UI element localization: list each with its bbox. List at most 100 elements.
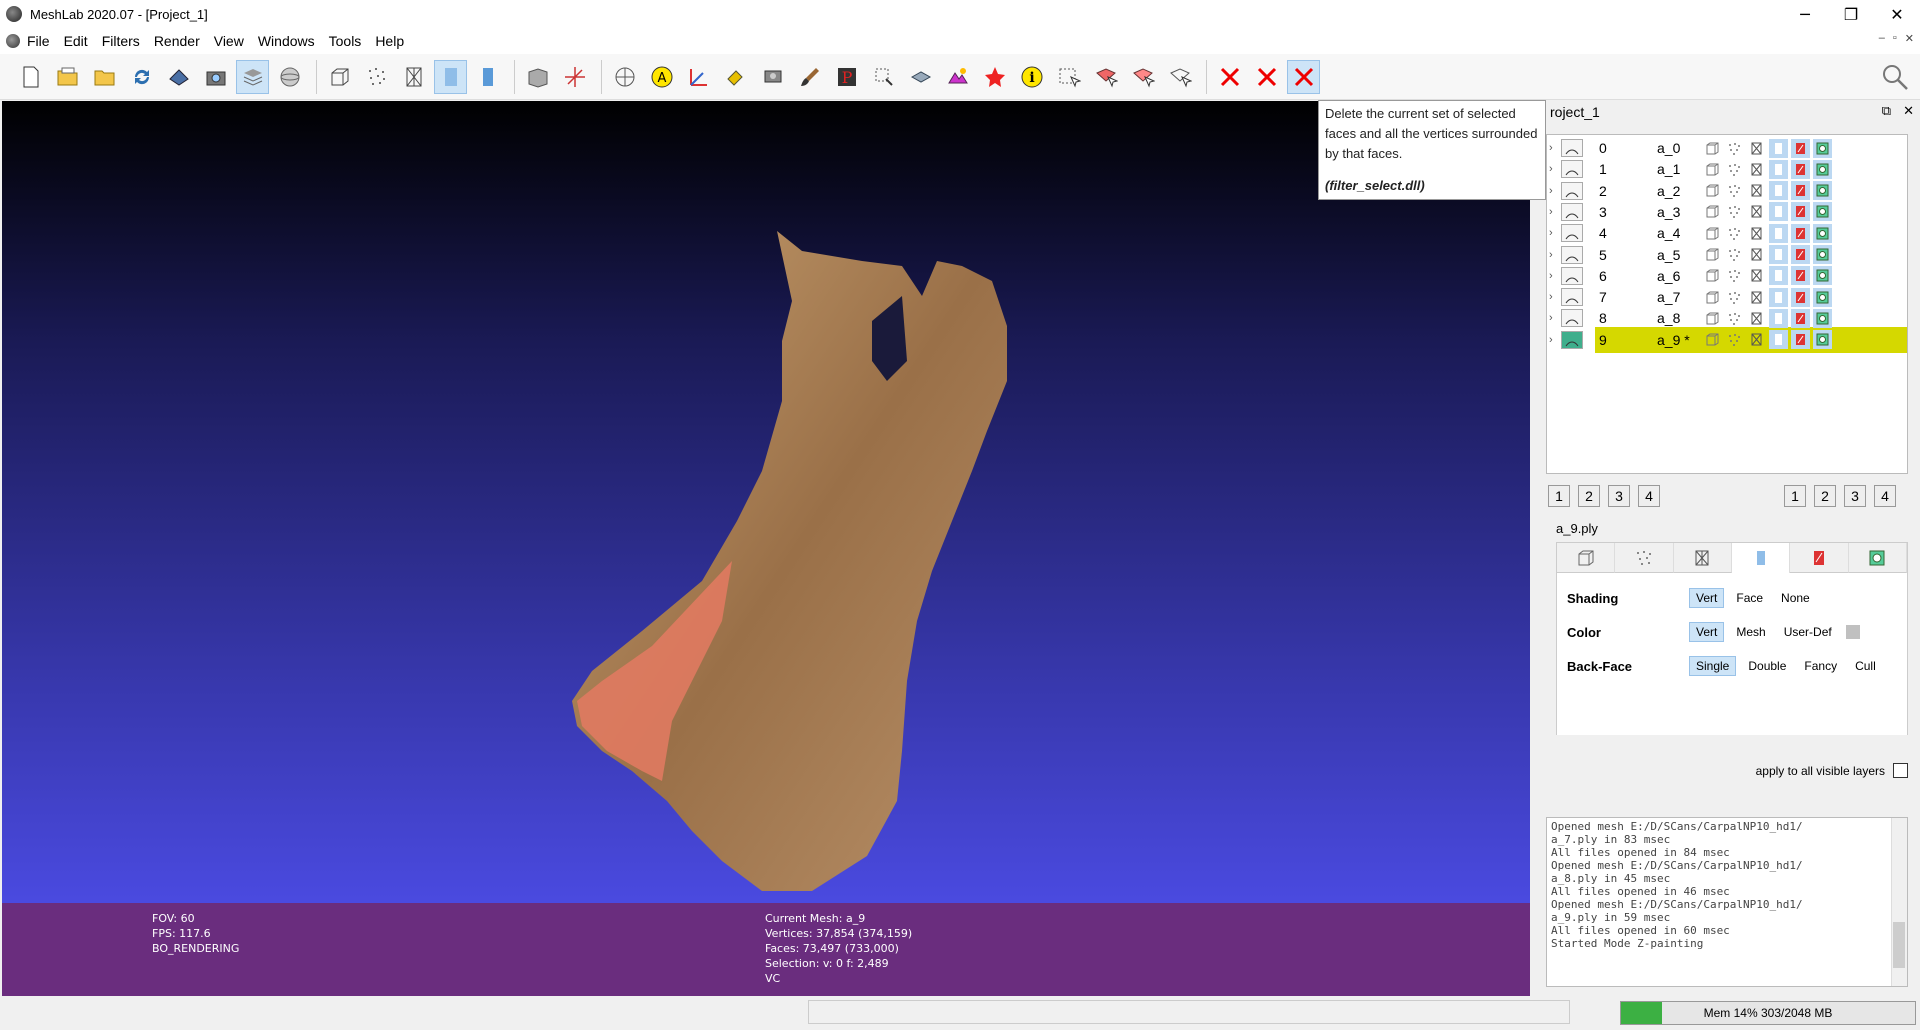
new-project-button[interactable] xyxy=(14,60,47,94)
select-connected-button[interactable] xyxy=(1089,60,1122,94)
layer-points-icon[interactable] xyxy=(1725,266,1744,285)
layer-decorators-icon[interactable] xyxy=(1813,159,1832,179)
visibility-eye-icon[interactable] xyxy=(1561,309,1583,328)
menu-edit[interactable]: Edit xyxy=(57,33,95,49)
layer-solid-icon[interactable] xyxy=(1769,266,1788,286)
mdi-close-button[interactable]: ✕ xyxy=(1905,32,1914,45)
expand-arrow-icon[interactable]: › xyxy=(1549,185,1553,197)
points-button[interactable] xyxy=(360,60,393,94)
layer-decorators-icon[interactable] xyxy=(1813,266,1832,286)
document-icon[interactable] xyxy=(6,34,20,48)
export-mesh-button[interactable] xyxy=(162,60,195,94)
layer-points-icon[interactable] xyxy=(1725,224,1744,243)
select-cursor-button[interactable] xyxy=(1163,60,1196,94)
import-mesh-button[interactable] xyxy=(88,60,121,94)
minimize-button[interactable]: ─ xyxy=(1782,0,1828,28)
layer-decorators-icon[interactable] xyxy=(1813,308,1832,328)
user-color-swatch[interactable] xyxy=(1845,625,1860,639)
expand-arrow-icon[interactable]: › xyxy=(1549,206,1553,218)
layer-row[interactable]: › 9 a_9 * xyxy=(1547,326,1907,353)
layer-solid-icon[interactable] xyxy=(1769,223,1788,243)
tab-points[interactable] xyxy=(1615,543,1674,573)
visibility-eye-icon[interactable] xyxy=(1561,266,1583,285)
select-zpaint-button[interactable] xyxy=(1126,60,1159,94)
menu-filters[interactable]: Filters xyxy=(95,33,147,49)
menu-tools[interactable]: Tools xyxy=(322,33,369,49)
layer-texture-icon[interactable] xyxy=(1791,223,1810,243)
layer-decorators-icon[interactable] xyxy=(1813,181,1832,201)
layer-wireframe-icon[interactable] xyxy=(1747,309,1766,328)
visibility-eye-icon[interactable] xyxy=(1561,224,1583,243)
tab-decorators[interactable] xyxy=(1848,543,1907,573)
visibility-eye-icon[interactable] xyxy=(1561,139,1583,157)
layer-points-icon[interactable] xyxy=(1725,245,1744,264)
expand-arrow-icon[interactable]: › xyxy=(1549,249,1553,261)
select-faces-button[interactable] xyxy=(1052,60,1085,94)
smooth-shading-button[interactable] xyxy=(434,59,467,94)
layer-points-icon[interactable] xyxy=(1725,139,1744,158)
3d-viewport[interactable] xyxy=(2,101,1530,903)
axis-button[interactable] xyxy=(558,60,591,94)
layer-decorators-icon[interactable] xyxy=(1813,245,1832,264)
menu-render[interactable]: Render xyxy=(147,33,207,49)
layer-wireframe-icon[interactable] xyxy=(1747,266,1766,285)
layer-decorators-icon[interactable] xyxy=(1813,330,1832,350)
annotate-button[interactable]: A xyxy=(645,60,678,94)
open-project-button[interactable] xyxy=(51,60,84,94)
layer-points-icon[interactable] xyxy=(1725,288,1744,307)
layer-wireframe-icon[interactable] xyxy=(1747,288,1766,307)
layer-solid-icon[interactable] xyxy=(1769,159,1788,179)
georef-button[interactable] xyxy=(978,60,1011,94)
log-window[interactable]: Opened mesh E:/D/SCans/CarpalNP10_hd1/a_… xyxy=(1546,817,1908,987)
brush-button[interactable] xyxy=(793,60,826,94)
layer-wireframe-icon[interactable] xyxy=(1747,139,1766,158)
layer-bbox-icon[interactable] xyxy=(1703,288,1722,307)
expand-arrow-icon[interactable]: › xyxy=(1549,163,1553,175)
layer-points-icon[interactable] xyxy=(1725,330,1744,349)
layer-wireframe-icon[interactable] xyxy=(1747,160,1766,179)
view-button-right-4[interactable]: 4 xyxy=(1874,485,1896,507)
layer-bbox-icon[interactable] xyxy=(1703,266,1722,285)
layer-points-icon[interactable] xyxy=(1725,160,1744,179)
layer-bbox-icon[interactable] xyxy=(1703,202,1722,221)
shading-face-option[interactable]: Face xyxy=(1730,589,1769,607)
delete-faces-button[interactable] xyxy=(1250,60,1283,94)
layers-button[interactable] xyxy=(236,59,269,94)
shading-vert-option[interactable]: Vert xyxy=(1689,588,1725,608)
expand-arrow-icon[interactable]: › xyxy=(1549,227,1553,239)
reload-button[interactable] xyxy=(125,60,158,94)
light-button[interactable] xyxy=(521,60,554,94)
layer-wireframe-icon[interactable] xyxy=(1747,181,1766,200)
layer-texture-icon[interactable] xyxy=(1791,330,1810,350)
search-icon[interactable] xyxy=(1880,62,1910,92)
tab-texture[interactable] xyxy=(1790,543,1849,573)
view-button-1[interactable]: 1 xyxy=(1548,485,1570,507)
expand-arrow-icon[interactable]: › xyxy=(1549,312,1553,324)
layer-wireframe-icon[interactable] xyxy=(1747,245,1766,264)
layer-bbox-icon[interactable] xyxy=(1703,245,1722,264)
mesh-align-button[interactable] xyxy=(941,60,974,94)
layer-solid-icon[interactable] xyxy=(1769,245,1788,264)
layer-solid-icon[interactable] xyxy=(1769,308,1788,328)
expand-arrow-icon[interactable]: › xyxy=(1549,270,1553,282)
info-button[interactable]: i xyxy=(1015,60,1048,94)
layer-texture-icon[interactable] xyxy=(1791,266,1810,286)
layer-decorators-icon[interactable] xyxy=(1813,223,1832,243)
manipulator-button[interactable] xyxy=(904,60,937,94)
layer-points-icon[interactable] xyxy=(1725,309,1744,328)
backface-fancy-option[interactable]: Fancy xyxy=(1798,657,1843,675)
snapshot-button[interactable] xyxy=(199,60,232,94)
log-scrollbar[interactable] xyxy=(1891,818,1907,986)
layer-bbox-icon[interactable] xyxy=(1703,181,1722,200)
menu-windows[interactable]: Windows xyxy=(251,33,322,49)
view-button-right-3[interactable]: 3 xyxy=(1844,485,1866,507)
visibility-eye-icon[interactable] xyxy=(1561,160,1583,179)
raster-align-button[interactable] xyxy=(756,60,789,94)
expand-arrow-icon[interactable]: › xyxy=(1549,334,1553,346)
paint-button[interactable] xyxy=(719,60,752,94)
layer-bbox-icon[interactable] xyxy=(1703,139,1722,158)
menu-file[interactable]: File xyxy=(20,33,57,49)
layer-texture-icon[interactable] xyxy=(1791,287,1810,307)
layer-wireframe-icon[interactable] xyxy=(1747,202,1766,221)
close-dock-button[interactable]: ✕ xyxy=(1903,103,1914,119)
